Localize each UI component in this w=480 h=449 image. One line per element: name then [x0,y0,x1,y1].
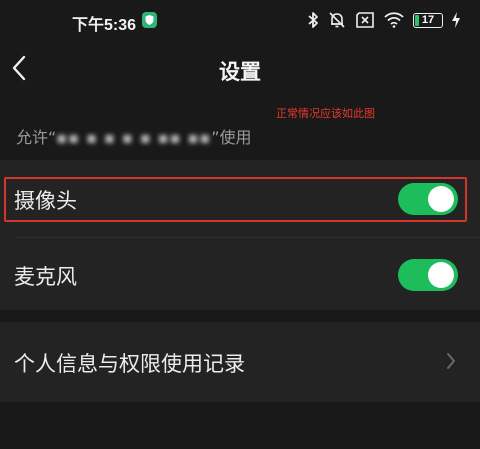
divider [16,237,480,238]
highlight-box [4,177,467,222]
status-time: 下午5:36 [72,17,137,34]
battery-level: 17 [421,13,435,26]
redacted-app-name: ▪▪ ▪ ▪ ▪ ▪ ▪▪ ▪▪ [56,128,212,147]
permission-description: 允许“▪▪ ▪ ▪ ▪ ▪ ▪▪ ▪▪”使用 [16,124,252,148]
toggle-knob [428,262,454,288]
page-title: 设置 [219,60,261,84]
wifi-icon [384,12,404,28]
charging-icon [452,12,460,28]
chevron-right-icon [447,353,455,369]
status-bar: 下午5:36 17 [0,0,480,40]
status-icons: 17 [307,10,460,30]
microphone-toggle[interactable] [398,259,458,291]
permission-description-prefix: 允许“ [16,128,57,147]
bluetooth-icon [308,12,318,28]
mute-bell-icon [329,12,345,28]
records-item-label: 个人信息与权限使用记录 [14,352,245,376]
records-card[interactable]: 个人信息与权限使用记录 [0,322,480,402]
permission-description-suffix: ”使用 [211,128,252,147]
nav-bar: 设置 [0,40,480,96]
setting-row-microphone[interactable]: 麦克风 [0,255,480,297]
no-sim-icon [356,12,374,28]
shield-icon [142,12,157,28]
annotation-note: 正常情况应该如此图 [276,107,375,120]
battery-icon: 17 [413,12,443,28]
setting-label-microphone: 麦克风 [14,265,77,289]
